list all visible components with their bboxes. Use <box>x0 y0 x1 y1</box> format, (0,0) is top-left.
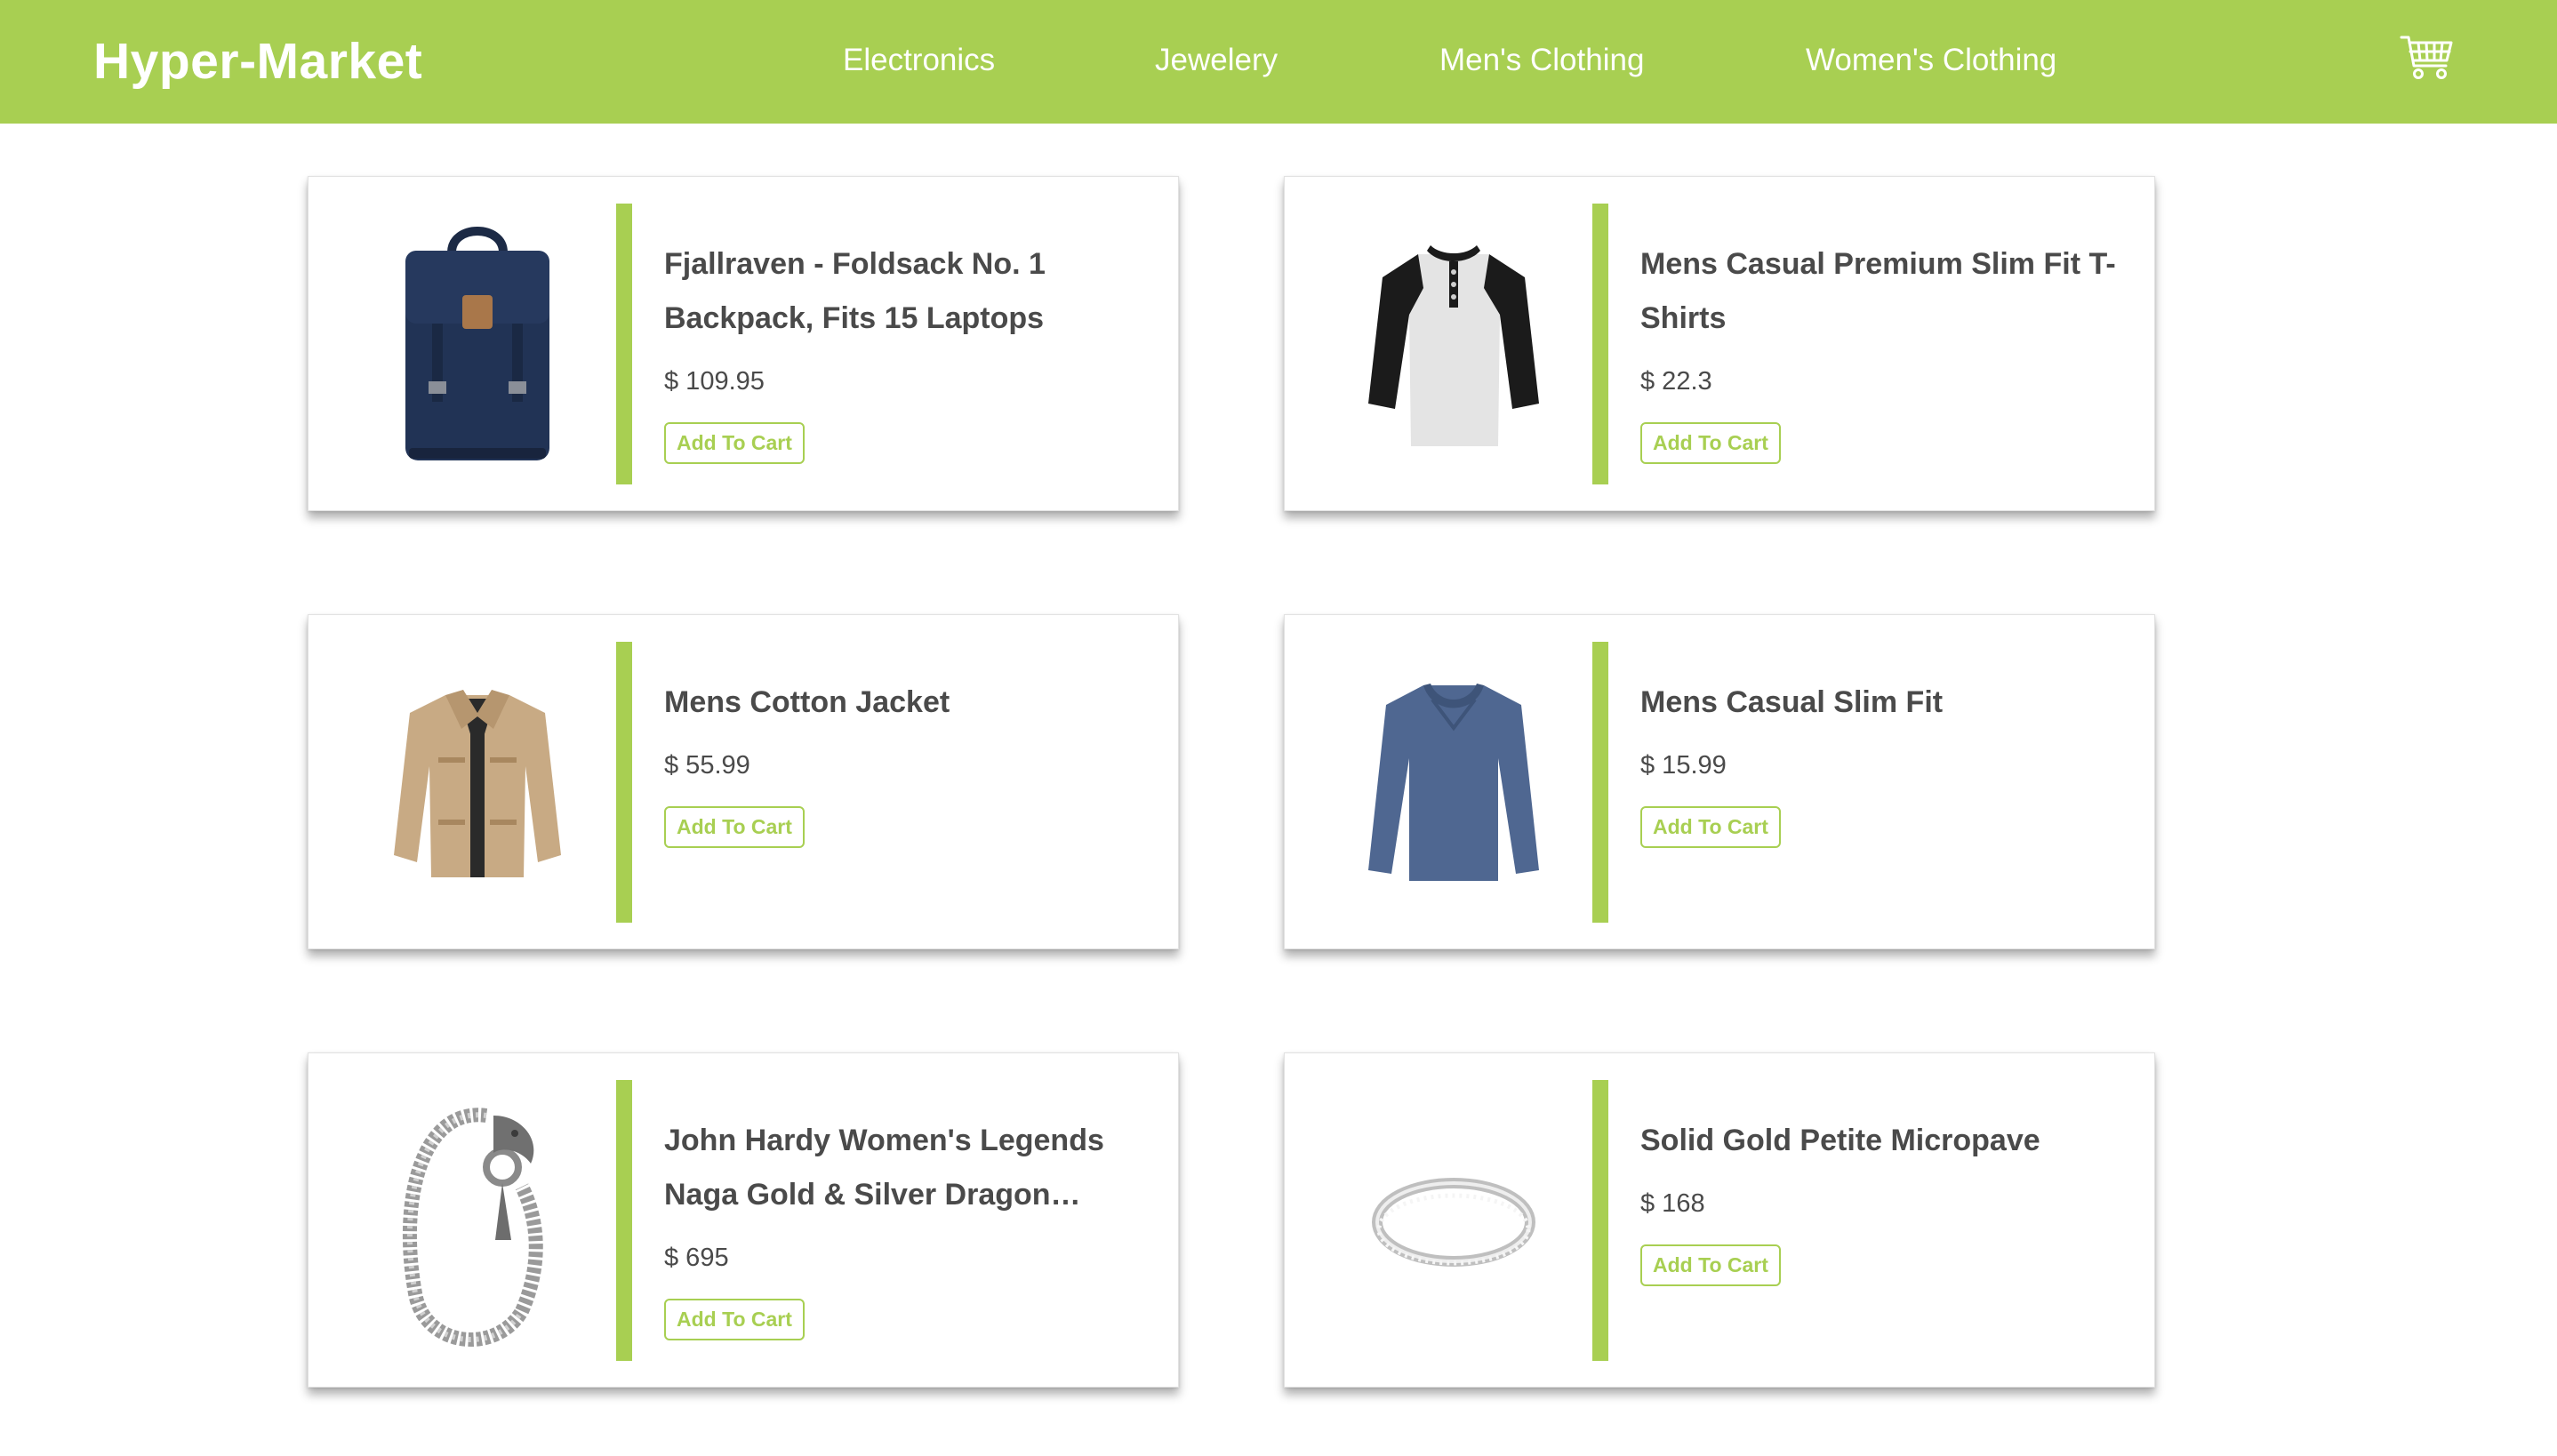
nav-link-mens-clothing[interactable]: Men's Clothing <box>1439 43 1644 78</box>
product-card: John Hardy Women's Legends Naga Gold & S… <box>308 1052 1179 1388</box>
product-price: $ 22.3 <box>1640 367 1712 396</box>
product-card: Mens Casual Slim Fit $ 15.99 Add To Cart <box>1284 614 2155 949</box>
add-to-cart-button[interactable]: Add To Cart <box>664 1299 805 1340</box>
product-title[interactable]: John Hardy Women's Legends Naga Gold & S… <box>664 1114 1149 1222</box>
accent-bar <box>616 204 632 484</box>
product-title[interactable]: Mens Casual Premium Slim Fit T-Shirts <box>1640 237 2125 346</box>
product-card: Fjallraven - Foldsack No. 1 Backpack, Fi… <box>308 176 1179 511</box>
add-to-cart-button[interactable]: Add To Cart <box>1640 806 1781 848</box>
top-navbar: Hyper-Market Electronics Jewelery Men's … <box>0 0 2557 124</box>
product-info: Solid Gold Petite Micropave $ 168 Add To… <box>1640 1114 2125 1286</box>
product-info: John Hardy Women's Legends Naga Gold & S… <box>664 1114 1149 1340</box>
product-title[interactable]: Solid Gold Petite Micropave <box>1640 1114 2125 1168</box>
add-to-cart-button[interactable]: Add To Cart <box>664 806 805 848</box>
backpack-image[interactable] <box>380 212 575 479</box>
add-to-cart-button[interactable]: Add To Cart <box>1640 422 1781 464</box>
product-price: $ 15.99 <box>1640 751 1727 780</box>
product-title[interactable]: Mens Casual Slim Fit <box>1640 676 2125 730</box>
jacket-image[interactable] <box>380 651 575 917</box>
product-title[interactable]: Mens Cotton Jacket <box>664 676 1149 730</box>
add-to-cart-button[interactable]: Add To Cart <box>664 422 805 464</box>
raglan-tshirt-image[interactable] <box>1356 212 1551 479</box>
product-price: $ 55.99 <box>664 751 750 780</box>
product-title[interactable]: Fjallraven - Foldsack No. 1 Backpack, Fi… <box>664 237 1149 346</box>
nav-link-jewelery[interactable]: Jewelery <box>1155 43 1278 78</box>
shopping-cart-icon[interactable] <box>2400 32 2455 82</box>
product-price: $ 109.95 <box>664 367 765 396</box>
accent-bar <box>1592 642 1608 923</box>
longsleeve-shirt-image[interactable] <box>1356 651 1551 917</box>
accent-bar <box>616 642 632 923</box>
nav-link-womens-clothing[interactable]: Women's Clothing <box>1806 43 2056 78</box>
brand-logo[interactable]: Hyper-Market <box>93 32 422 91</box>
accent-bar <box>1592 204 1608 484</box>
product-info: Fjallraven - Foldsack No. 1 Backpack, Fi… <box>664 237 1149 464</box>
product-info: Mens Casual Slim Fit $ 15.99 Add To Cart <box>1640 676 2125 848</box>
ring-image[interactable] <box>1356 1089 1551 1356</box>
add-to-cart-button[interactable]: Add To Cart <box>1640 1244 1781 1286</box>
accent-bar <box>616 1080 632 1361</box>
product-card: Solid Gold Petite Micropave $ 168 Add To… <box>1284 1052 2155 1388</box>
accent-bar <box>1592 1080 1608 1361</box>
product-info: Mens Cotton Jacket $ 55.99 Add To Cart <box>664 676 1149 848</box>
product-price: $ 695 <box>664 1244 729 1272</box>
product-info: Mens Casual Premium Slim Fit T-Shirts $ … <box>1640 237 2125 464</box>
product-price: $ 168 <box>1640 1189 1705 1218</box>
product-card: Mens Cotton Jacket $ 55.99 Add To Cart <box>308 614 1179 949</box>
nav-link-electronics[interactable]: Electronics <box>843 43 995 78</box>
bracelet-image[interactable] <box>380 1089 575 1356</box>
product-card: Mens Casual Premium Slim Fit T-Shirts $ … <box>1284 176 2155 511</box>
